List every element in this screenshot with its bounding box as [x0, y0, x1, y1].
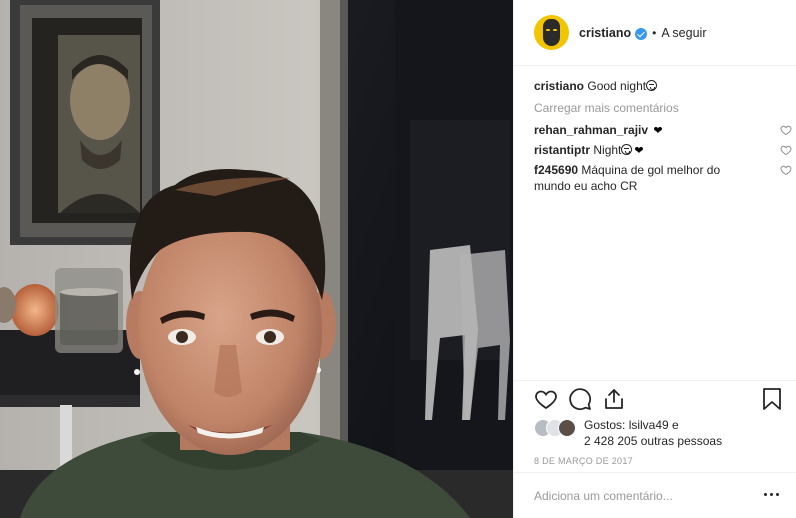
- add-comment-input[interactable]: [534, 487, 754, 505]
- post-date[interactable]: 8 DE MARÇO DE 2017: [534, 456, 633, 466]
- liker-avatars: [534, 419, 582, 439]
- add-comment-bar: [514, 472, 796, 518]
- avatar-face: [543, 19, 560, 46]
- comment-item: f245690 Máquina de gol melhor do mundo e…: [534, 162, 792, 194]
- post-photo[interactable]: [0, 0, 513, 518]
- caption-username[interactable]: cristiano: [534, 79, 584, 93]
- likes-text: Gostos: lsilva49 e 2 428 205 outras pess…: [584, 417, 722, 449]
- comment-text: Night: [593, 143, 622, 157]
- likes-connector: e: [668, 418, 679, 432]
- likes-prefix: Gostos:: [584, 418, 629, 432]
- post-actions: Gostos: lsilva49 e 2 428 205 outras pess…: [514, 380, 796, 472]
- black-heart-emoji-icon: ❤: [653, 125, 663, 137]
- comment-username[interactable]: rehan_rahman_rajiv: [534, 123, 648, 137]
- comment-item: ristantiptr Night ❤: [534, 142, 792, 158]
- more-options-icon[interactable]: [764, 493, 780, 499]
- separator-dot: •: [652, 25, 657, 40]
- post-photo-image: [0, 0, 513, 518]
- caption-text: Good night: [587, 79, 647, 93]
- black-heart-emoji-icon: ❤: [634, 145, 644, 157]
- action-icons: [534, 387, 784, 413]
- liker-avatar: [558, 419, 576, 437]
- sleepy-emoji-icon: [646, 80, 658, 91]
- post-header: cristiano • A seguir: [514, 0, 796, 66]
- comments-list: cristiano Good night Carregar mais comen…: [534, 78, 792, 194]
- caption: cristiano Good night: [534, 78, 784, 94]
- like-comment-heart-icon[interactable]: [780, 164, 792, 176]
- comment-username[interactable]: f245690: [534, 163, 578, 177]
- like-comment-heart-icon[interactable]: [780, 124, 792, 136]
- sleepy-emoji-icon: [621, 144, 633, 155]
- verified-badge-icon: [635, 27, 648, 40]
- post-sidebar: cristiano • A seguir cristiano Good nigh…: [513, 0, 796, 518]
- bookmark-icon[interactable]: [761, 387, 783, 411]
- follow-button[interactable]: A seguir: [661, 26, 706, 40]
- username-link[interactable]: cristiano: [579, 26, 631, 40]
- share-icon[interactable]: [602, 387, 626, 411]
- comment-icon[interactable]: [568, 387, 592, 411]
- likes-count-link[interactable]: 2 428 205 outras pessoas: [584, 434, 722, 448]
- heart-icon[interactable]: [534, 387, 558, 411]
- likes-summary: Gostos: lsilva49 e 2 428 205 outras pess…: [534, 417, 784, 449]
- like-comment-heart-icon[interactable]: [780, 144, 792, 156]
- avatar-eye-right: [553, 29, 557, 31]
- avatar-eye-left: [546, 29, 550, 31]
- liker-username[interactable]: lsilva49: [629, 418, 669, 432]
- avatar[interactable]: [534, 15, 569, 50]
- comment-username[interactable]: ristantiptr: [534, 143, 590, 157]
- load-more-comments-button[interactable]: Carregar mais comentários: [534, 100, 784, 116]
- comment-item: rehan_rahman_rajiv ❤: [534, 122, 792, 138]
